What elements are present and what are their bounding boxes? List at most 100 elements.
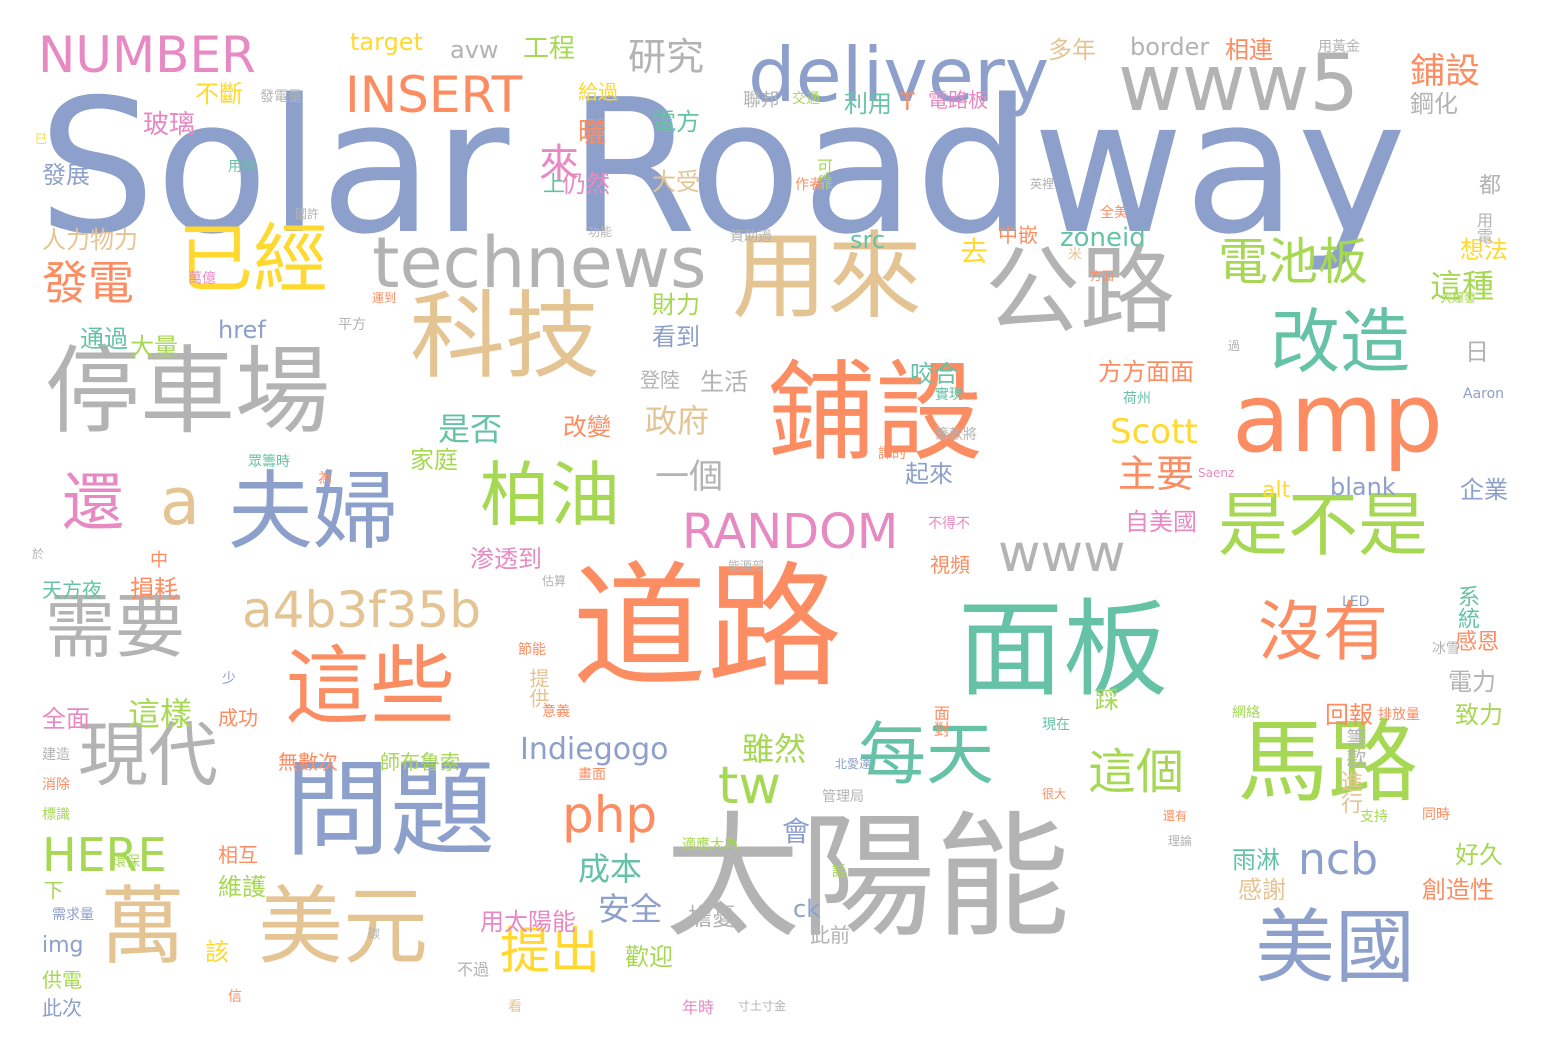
word-cloud-word: 功能 (588, 225, 613, 239)
word-cloud-word: 眾籌時 (248, 454, 290, 470)
word-cloud-word: 譚的 (878, 446, 906, 462)
word-cloud-word: 相互 (218, 843, 258, 867)
word-cloud-word: 建造 (42, 747, 70, 763)
word-cloud-word: 看到 (652, 323, 700, 351)
word-cloud-word: 改造 (1270, 301, 1410, 383)
word-cloud-word: 相連 (1225, 36, 1273, 64)
word-cloud-word: php (562, 786, 658, 844)
word-cloud-word: 不過 (457, 960, 490, 979)
word-cloud-word: 會 (782, 815, 811, 848)
word-cloud-word: 通過 (80, 325, 128, 353)
word-cloud-word: 進行 (1337, 770, 1362, 814)
word-cloud-word: href (218, 316, 266, 344)
word-cloud-word: 運到 (372, 291, 397, 305)
word-cloud-word: 萬億 (188, 271, 216, 287)
word-cloud-word: 日 (1465, 338, 1489, 366)
word-cloud-word: 中 (150, 550, 168, 571)
word-cloud-word: img (42, 933, 84, 958)
word-cloud-word: 財力 (652, 291, 700, 319)
word-cloud-word: 碳 (368, 927, 381, 941)
word-cloud-word: 發電量 (260, 89, 302, 105)
word-cloud-word: 電力 (1448, 668, 1496, 696)
word-cloud-word: T (900, 88, 915, 116)
word-cloud-word: 適應大為 (682, 837, 738, 853)
word-cloud-word: avw (450, 36, 499, 64)
word-cloud-word: 大爆發 (1440, 291, 1477, 305)
word-cloud-word: 平方 (338, 317, 366, 333)
word-cloud-word: 年時 (682, 998, 715, 1017)
word-cloud-word: 巳 (35, 132, 48, 146)
word-cloud-word: 作者 (795, 177, 823, 193)
word-cloud-word: 方方面面 (1098, 358, 1194, 386)
word-cloud-word: 畫面 (578, 767, 606, 783)
word-cloud-word: 發展 (42, 161, 90, 189)
word-cloud-word: 很大 (1042, 787, 1067, 801)
word-cloud-word: 致力 (1455, 701, 1503, 729)
word-cloud-word: 創造性 (1422, 876, 1494, 904)
word-cloud-word: 好久 (1455, 841, 1503, 869)
word-cloud-word: HERE (42, 828, 167, 882)
word-cloud-word: 用電 (1474, 212, 1493, 244)
word-cloud-word: 是不是 (1218, 484, 1428, 566)
word-cloud-word: src (850, 226, 886, 254)
word-cloud-word: 起來 (905, 460, 953, 488)
word-cloud-word: 同時 (1422, 807, 1450, 823)
word-cloud-word: 該 (205, 938, 229, 966)
word-cloud-word: 方面 (1090, 269, 1115, 283)
word-cloud-word: 政府 (645, 402, 710, 440)
word-cloud-word: 用黃金 (1318, 39, 1360, 55)
word-cloud-word: www (998, 524, 1126, 584)
word-cloud-word: 還有 (1163, 809, 1188, 823)
word-cloud-word: 擔憂 (688, 903, 736, 931)
word-cloud-word: 電路板 (928, 88, 988, 112)
word-cloud-word: 實現 (935, 387, 963, 403)
word-cloud-word: 籌款 (1343, 728, 1367, 768)
word-cloud-word: 回報 (1325, 701, 1373, 729)
word-cloud-word: 網絡 (1232, 705, 1260, 721)
word-cloud-word: ncb (1298, 834, 1379, 885)
word-cloud-word: 利用 (844, 90, 892, 118)
word-cloud-word: Aaron (1463, 386, 1505, 402)
word-cloud-word: NUMBER (38, 26, 256, 84)
word-cloud-word: 道路 (572, 549, 842, 706)
word-cloud-word: 無數次 (278, 750, 338, 774)
word-cloud-word: 北愛達 (835, 757, 872, 771)
word-cloud-word: 話 (832, 864, 846, 880)
word-cloud-word: 鋪設 (1410, 52, 1481, 92)
word-cloud-word: 估算 (542, 574, 567, 588)
word-cloud-word: 一個 (655, 457, 723, 497)
word-cloud-word: 少 (222, 671, 236, 687)
word-cloud-word: 冰雪 (1432, 641, 1460, 657)
word-cloud-word: Saenz (1198, 466, 1235, 480)
word-cloud-word: amp (1232, 364, 1444, 474)
word-cloud-word: 面板 (958, 589, 1169, 711)
word-cloud-word: Scott (1110, 412, 1198, 452)
word-cloud-word: 英裡 (1030, 177, 1055, 191)
word-cloud-word: 消除 (42, 777, 70, 793)
word-cloud-word: 咬合 (910, 360, 958, 388)
word-cloud-word: 都 (1475, 173, 1500, 195)
word-cloud-word: 主要 (1118, 452, 1195, 496)
word-cloud-word: 此次 (42, 996, 82, 1020)
word-cloud-word: 大受 (652, 168, 700, 196)
word-cloud-word: alt (1262, 478, 1291, 503)
word-cloud-word: 節能 (518, 642, 546, 658)
word-cloud-word: 為 (318, 471, 332, 487)
word-cloud-word: 用作 (228, 159, 256, 175)
word-cloud-word: target (350, 28, 423, 56)
word-cloud-word: 還 (62, 466, 125, 539)
word-cloud-word: 感謝 (1238, 876, 1286, 904)
word-cloud-word: 損耗 (130, 575, 178, 603)
word-cloud-word: 用太陽能 (480, 908, 576, 936)
word-cloud-word: 自美國 (1125, 508, 1197, 536)
word-cloud-word: 研究 (628, 35, 705, 79)
word-cloud-word: 成功 (218, 706, 258, 730)
word-cloud-word: 電方 (652, 108, 700, 136)
word-cloud-word: 資助過 (730, 229, 772, 245)
word-cloud-word: 感恩 (1455, 630, 1500, 655)
word-cloud-word: 籌款將 (935, 427, 977, 443)
word-cloud-word: 馬路 (1238, 710, 1418, 815)
word-cloud-word: technews (372, 222, 707, 304)
word-cloud-word: 此前 (810, 923, 850, 947)
word-cloud-word: 企業 (1460, 476, 1508, 504)
